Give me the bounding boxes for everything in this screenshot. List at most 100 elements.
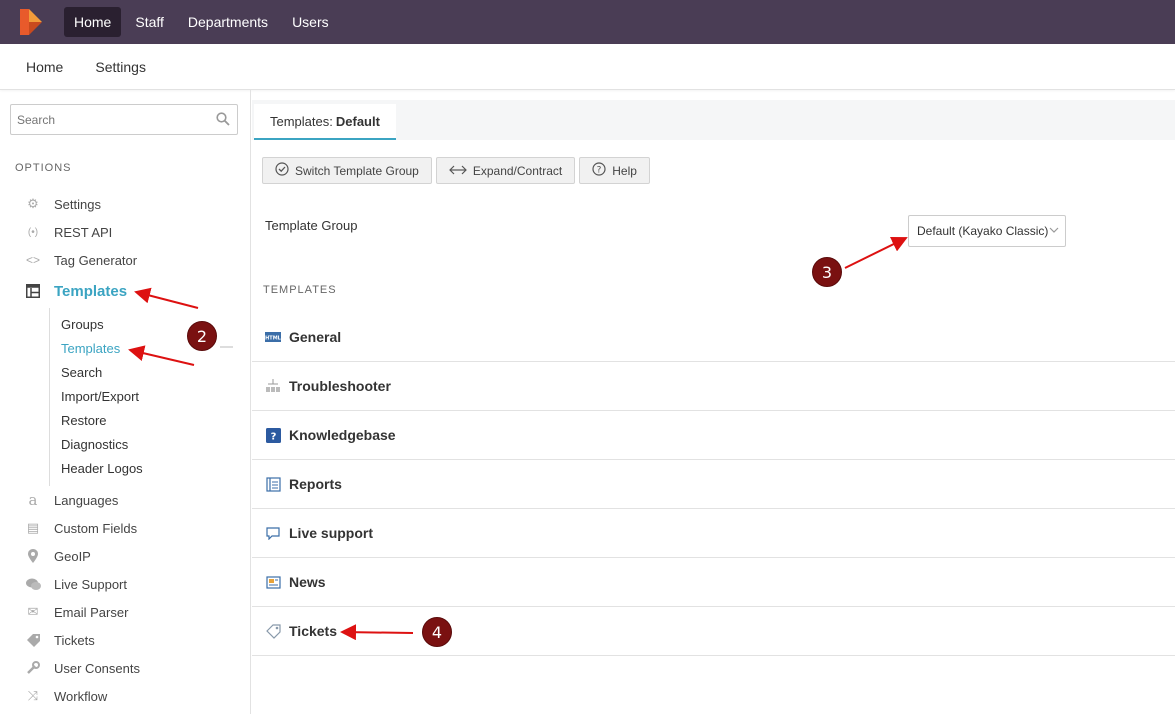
top-nav: Home Staff Departments Users xyxy=(64,7,339,37)
tab-strip: Templates: Default xyxy=(252,100,1175,140)
submenu-search[interactable]: Search xyxy=(50,360,250,384)
templates-heading: TEMPLATES xyxy=(263,284,337,296)
wrench-icon xyxy=(25,660,41,676)
sidebar-item-label: Templates xyxy=(54,282,128,300)
code-icon: <> xyxy=(25,253,40,267)
sidebar-item-label: REST API xyxy=(54,224,113,240)
submenu-templates[interactable]: Templates xyxy=(50,336,250,360)
tab-templates-default[interactable]: Templates: Default xyxy=(254,104,396,140)
sidebar-item-tickets[interactable]: Tickets xyxy=(0,626,250,654)
annotation-badge-2: 2 xyxy=(187,321,217,351)
svg-text:?: ? xyxy=(270,431,276,442)
svg-text:?: ? xyxy=(597,166,602,176)
toolbar: Switch Template Group Expand/Contract ? … xyxy=(262,157,650,184)
sub-nav-settings[interactable]: Settings xyxy=(95,59,146,75)
help-button[interactable]: ? Help xyxy=(579,157,650,184)
template-label: General xyxy=(289,329,342,345)
shuffle-icon: ⤨ xyxy=(27,688,39,703)
report-icon xyxy=(265,476,281,492)
search-input[interactable] xyxy=(11,105,201,134)
template-label: Troubleshooter xyxy=(289,378,391,394)
submenu-import-export[interactable]: Import/Export xyxy=(50,384,250,408)
book-icon: ? xyxy=(265,427,281,443)
sidebar-item-label: Workflow xyxy=(54,688,108,704)
envelope-icon: ✉ xyxy=(27,604,39,619)
template-row-general[interactable]: HTML General xyxy=(252,313,1175,362)
sidebar-item-workflow[interactable]: ⤨ Workflow xyxy=(0,682,250,710)
help-label: Help xyxy=(612,163,637,178)
question-circle-icon: ? xyxy=(592,162,606,179)
sidebar-item-label: Tickets xyxy=(54,632,95,648)
submenu-header-logos[interactable]: Header Logos xyxy=(50,456,250,480)
sidebar-item-live-support[interactable]: Live Support xyxy=(0,570,250,598)
sidebar-item-templates[interactable]: Templates xyxy=(0,274,250,308)
troubleshooter-icon xyxy=(265,378,281,394)
tag-icon xyxy=(25,632,41,648)
check-circle-icon xyxy=(275,162,289,179)
arrows-horizontal-icon xyxy=(448,163,467,178)
svg-text:HTML: HTML xyxy=(265,336,281,342)
sidebar-item-rest-api[interactable]: (•) REST API xyxy=(0,218,250,246)
template-row-reports[interactable]: Reports xyxy=(252,460,1175,509)
sidebar-item-geoip[interactable]: GeoIP xyxy=(0,542,250,570)
search-icon[interactable] xyxy=(216,112,230,126)
templates-list: HTML General Troubleshooter ? Knowledgeb… xyxy=(252,313,1175,656)
expand-contract-label: Expand/Contract xyxy=(472,163,563,178)
sidebar-item-languages[interactable]: a Languages xyxy=(0,486,250,514)
submenu-groups[interactable]: Groups xyxy=(50,312,250,336)
speech-bubble-icon xyxy=(265,525,281,541)
tab-name: Default xyxy=(335,113,380,129)
tab-prefix: Templates: xyxy=(270,113,333,129)
gear-icon: ⚙ xyxy=(27,196,39,211)
tag-icon xyxy=(265,623,281,639)
map-pin-icon xyxy=(25,548,41,564)
sidebar-item-label: Live Support xyxy=(54,576,127,592)
sidebar-item-settings[interactable]: ⚙ Settings xyxy=(0,190,250,218)
options-heading: OPTIONS xyxy=(15,162,72,174)
template-row-troubleshooter[interactable]: Troubleshooter xyxy=(252,362,1175,411)
sidebar-search xyxy=(10,104,238,135)
top-nav-users[interactable]: Users xyxy=(282,7,339,37)
template-row-knowledgebase[interactable]: ? Knowledgebase xyxy=(252,411,1175,460)
template-group-label: Template Group xyxy=(265,218,358,233)
templates-submenu: Groups Templates Search Import/Export Re… xyxy=(49,308,250,486)
submenu-diagnostics[interactable]: Diagnostics xyxy=(50,432,250,456)
sidebar-item-tag-generator[interactable]: <> Tag Generator xyxy=(0,246,250,274)
kayako-logo[interactable] xyxy=(20,9,42,35)
template-icon xyxy=(25,283,41,299)
sidebar: OPTIONS ⚙ Settings (•) REST API <> Tag G… xyxy=(0,90,251,714)
newspaper-icon xyxy=(265,574,281,590)
broadcast-icon: (•) xyxy=(27,226,39,238)
sidebar-menu: ⚙ Settings (•) REST API <> Tag Generator… xyxy=(0,190,250,710)
sub-nav-bar: Home Settings xyxy=(0,44,1175,90)
sidebar-item-label: Languages xyxy=(54,492,119,508)
template-label: News xyxy=(289,574,326,590)
chat-icon xyxy=(25,576,41,592)
annotation-badge-3: 3 xyxy=(812,257,842,287)
sidebar-item-label: Email Parser xyxy=(54,604,129,620)
sidebar-item-label: User Consents xyxy=(54,660,140,676)
main-content: Templates: Default Switch Template Group… xyxy=(252,100,1175,714)
top-nav-home[interactable]: Home xyxy=(64,7,122,37)
sidebar-item-label: Tag Generator xyxy=(54,252,138,268)
template-row-tickets[interactable]: Tickets xyxy=(252,607,1175,656)
html-icon: HTML xyxy=(265,329,281,345)
submenu-restore[interactable]: Restore xyxy=(50,408,250,432)
template-row-live-support[interactable]: Live support xyxy=(252,509,1175,558)
top-nav-staff[interactable]: Staff xyxy=(125,7,174,37)
top-nav-departments[interactable]: Departments xyxy=(178,7,278,37)
list-icon: ▤ xyxy=(26,520,40,535)
sidebar-item-label: GeoIP xyxy=(54,548,91,564)
sidebar-item-email-parser[interactable]: ✉ Email Parser xyxy=(0,598,250,626)
switch-template-group-label: Switch Template Group xyxy=(295,163,419,178)
sidebar-item-custom-fields[interactable]: ▤ Custom Fields xyxy=(0,514,250,542)
sub-nav-home[interactable]: Home xyxy=(26,59,63,75)
sidebar-item-user-consents[interactable]: User Consents xyxy=(0,654,250,682)
top-nav-bar: Home Staff Departments Users xyxy=(0,0,1175,44)
template-row-news[interactable]: News xyxy=(252,558,1175,607)
expand-contract-button[interactable]: Expand/Contract xyxy=(435,157,576,184)
template-label: Tickets xyxy=(289,623,337,639)
switch-template-group-button[interactable]: Switch Template Group xyxy=(262,157,432,184)
annotation-badge-4: 4 xyxy=(422,617,452,647)
template-group-select[interactable]: Default (Kayako Classic) xyxy=(908,215,1066,247)
